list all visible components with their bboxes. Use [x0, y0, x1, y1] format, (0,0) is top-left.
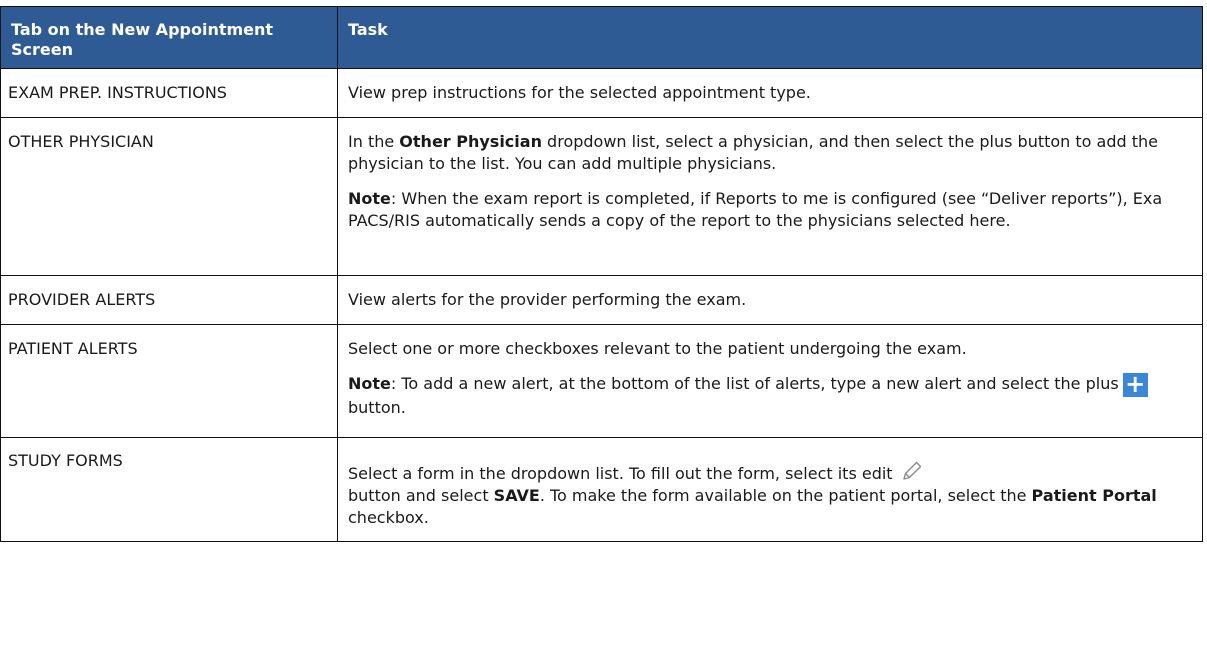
- table-row: EXAM PREP. INSTRUCTIONS View prep instru…: [0, 68, 1203, 118]
- text: : To add a new alert, at the bottom of t…: [390, 374, 1119, 393]
- text: Select a form in the dropdown list. To f…: [348, 464, 893, 483]
- task-cell: View alerts for the provider performing …: [337, 275, 1203, 325]
- note-paragraph: Note: When the exam report is completed,…: [348, 188, 1192, 232]
- ui-term: Other Physician: [399, 132, 542, 151]
- tab-name-cell: STUDY FORMS: [0, 437, 338, 542]
- table-row: OTHER PHYSICIAN In the Other Physician d…: [0, 117, 1203, 276]
- ui-term: SAVE: [493, 486, 540, 505]
- tabs-task-table: Tab on the New Appointment Screen Task E…: [0, 6, 1203, 542]
- text: . To make the form available on the pati…: [539, 486, 1032, 505]
- task-cell: Select one or more checkboxes relevant t…: [337, 324, 1203, 438]
- table-header-row: Tab on the New Appointment Screen Task: [0, 6, 1203, 69]
- tab-name-cell: PATIENT ALERTS: [0, 324, 338, 438]
- text: : When the exam report is completed, if …: [348, 189, 1163, 230]
- table-row: STUDY FORMS Select a form in the dropdow…: [0, 437, 1203, 542]
- text: button.: [348, 398, 406, 417]
- text: In the: [348, 132, 400, 151]
- tab-name-cell: OTHER PHYSICIAN: [0, 117, 338, 276]
- note-label: Note: [348, 189, 391, 208]
- note-label: Note: [348, 374, 391, 393]
- text: button and select: [348, 486, 494, 505]
- task-paragraph: Select a form in the dropdown list. To f…: [348, 459, 1192, 529]
- tab-name-cell: PROVIDER ALERTS: [0, 275, 338, 325]
- header-tab-column: Tab on the New Appointment Screen: [0, 6, 338, 69]
- table-row: PATIENT ALERTS Select one or more checkb…: [0, 324, 1203, 438]
- pencil-icon: [900, 459, 924, 483]
- ui-term: Patient Portal: [1031, 486, 1157, 505]
- task-cell: View prep instructions for the selected …: [337, 68, 1203, 118]
- header-task-column: Task: [337, 6, 1203, 69]
- task-cell: In the Other Physician dropdown list, se…: [337, 117, 1203, 276]
- table-row: PROVIDER ALERTS View alerts for the prov…: [0, 275, 1203, 325]
- task-paragraph: In the Other Physician dropdown list, se…: [348, 131, 1192, 175]
- task-cell: Select a form in the dropdown list. To f…: [337, 437, 1203, 542]
- text: checkbox.: [348, 508, 429, 527]
- note-paragraph: Note: To add a new alert, at the bottom …: [348, 372, 1192, 419]
- task-paragraph: Select one or more checkboxes relevant t…: [348, 339, 967, 358]
- tab-name-cell: EXAM PREP. INSTRUCTIONS: [0, 68, 338, 118]
- plus-icon: +: [1122, 372, 1148, 397]
